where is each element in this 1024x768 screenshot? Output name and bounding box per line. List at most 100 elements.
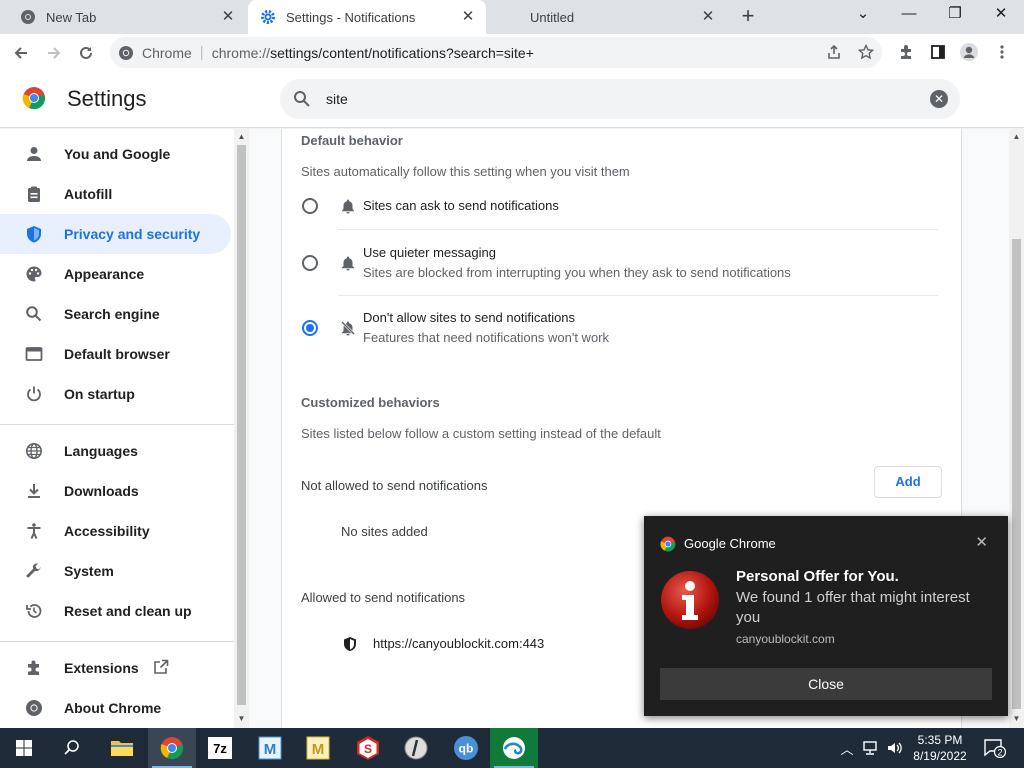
share-icon[interactable] — [823, 41, 845, 63]
settings-search-box[interactable]: ✕ — [280, 79, 960, 119]
new-tab-button[interactable]: + — [736, 5, 760, 29]
tab-untitled[interactable]: Untitled ✕ — [508, 0, 726, 34]
toast-source: canyoublockit.com — [736, 632, 835, 646]
file-explorer-icon[interactable] — [98, 728, 146, 768]
settings-search-input[interactable] — [326, 87, 886, 111]
radio-dont-allow[interactable] — [302, 320, 318, 336]
disc-app-icon[interactable] — [392, 728, 440, 768]
sidebar-item-you-and-google[interactable]: You and Google — [0, 134, 231, 174]
back-arrow-icon[interactable] — [8, 40, 34, 66]
sidebar-item-default-browser[interactable]: Default browser — [0, 334, 231, 374]
sidebar-item-about-chrome[interactable]: About Chrome — [0, 688, 231, 728]
toast-close-button[interactable]: Close — [660, 668, 992, 700]
network-icon[interactable] — [861, 738, 881, 758]
chrome-site-icon[interactable] — [118, 45, 134, 61]
sidebar-item-extensions[interactable]: Extensions — [0, 648, 231, 688]
qbittorrent-icon[interactable]: qb — [442, 728, 490, 768]
system-clock[interactable]: 5:35 PM 8/19/2022 — [910, 732, 970, 764]
scrollbar-thumb[interactable] — [1012, 239, 1021, 709]
scroll-down-arrow-icon[interactable]: ▼ — [1012, 714, 1021, 724]
default-behavior-heading: Default behavior — [301, 133, 403, 148]
close-tab-icon[interactable]: ✕ — [220, 9, 236, 25]
sidebar-item-downloads[interactable]: Downloads — [0, 471, 231, 511]
sidebar-scrollbar[interactable]: ▲ ▼ — [234, 129, 249, 728]
sidebar-item-label: You and Google — [64, 146, 171, 162]
extensions-puzzle-icon[interactable] — [895, 41, 917, 63]
sidebar-item-label: About Chrome — [64, 700, 162, 716]
side-panel-icon[interactable] — [927, 41, 949, 63]
toast-close-icon[interactable]: ✕ — [975, 533, 988, 551]
sidebar-item-autofill[interactable]: Autofill — [0, 174, 231, 214]
sidebar-item-privacy-and-security[interactable]: Privacy and security — [0, 214, 231, 254]
default-behavior-description: Sites automatically follow this setting … — [301, 164, 630, 179]
customized-behaviors-heading: Customized behaviors — [301, 395, 440, 410]
close-tab-icon[interactable]: ✕ — [460, 9, 476, 25]
browser-icon — [24, 344, 44, 364]
sidebar-item-system[interactable]: System — [0, 551, 231, 591]
notepad-m-label: M — [264, 741, 277, 758]
sidebar-item-label: Reset and clean up — [64, 603, 192, 619]
sidebar-item-search-engine[interactable]: Search engine — [0, 294, 231, 334]
tab-title: Untitled — [530, 9, 575, 25]
row-divider — [338, 229, 938, 230]
add-site-button[interactable]: Add — [874, 466, 942, 498]
edge-app-icon[interactable] — [490, 728, 538, 768]
sidebar-item-label: Extensions — [64, 660, 139, 676]
chrome-globe-icon — [20, 9, 36, 25]
action-center-icon[interactable]: 2 — [983, 738, 1007, 758]
site-label: Chrome — [142, 44, 192, 61]
main-scrollbar[interactable]: ▲ ▼ — [1009, 129, 1024, 728]
url-text: chrome://settings/content/notifications?… — [211, 44, 534, 61]
radio-quieter-messaging[interactable] — [302, 255, 318, 271]
scrollbar-thumb[interactable] — [237, 145, 246, 705]
wrench-icon — [24, 561, 44, 581]
sidebar-item-reset-and-clean-up[interactable]: Reset and clean up — [0, 591, 231, 631]
notepad-m-icon[interactable]: M — [246, 728, 294, 768]
tab-new-tab[interactable]: New Tab ✕ — [8, 0, 246, 34]
scroll-up-arrow-icon[interactable]: ▲ — [1012, 132, 1021, 142]
tab-settings-notifications[interactable]: Settings - Notifications ✕ — [248, 0, 486, 34]
restore-button[interactable]: ❐ — [932, 0, 978, 30]
forward-arrow-icon[interactable] — [41, 40, 67, 66]
close-tab-icon[interactable]: ✕ — [700, 9, 716, 25]
volume-icon[interactable] — [885, 738, 905, 758]
allowed-site-url[interactable]: https://canyoublockit.com:443 — [373, 636, 544, 651]
clear-search-icon[interactable]: ✕ — [930, 90, 948, 108]
s-app-icon[interactable]: S — [344, 728, 392, 768]
not-allowed-label: Not allowed to send notifications — [301, 478, 488, 493]
sidebar-item-label: Accessibility — [64, 523, 150, 539]
history-icon — [24, 601, 44, 621]
sidebar-item-label: Languages — [64, 443, 138, 459]
taskbar-chrome-icon[interactable] — [148, 728, 196, 768]
download-icon — [24, 481, 44, 501]
sidebar-item-on-startup[interactable]: On startup — [0, 374, 231, 414]
windows-start-icon[interactable] — [0, 728, 48, 768]
bell-icon — [340, 255, 356, 274]
more-menu-icon[interactable] — [991, 41, 1013, 63]
scroll-up-arrow-icon[interactable]: ▲ — [237, 132, 246, 142]
taskbar-search-icon[interactable] — [48, 728, 96, 768]
minimize-button[interactable]: — — [886, 0, 932, 30]
address-bar[interactable]: Chrome | chrome://settings/content/notif… — [110, 37, 882, 68]
clipboard-icon — [24, 184, 44, 204]
radio-sites-can-ask[interactable] — [302, 198, 318, 214]
scroll-down-arrow-icon[interactable]: ▼ — [237, 714, 246, 724]
bookmark-star-icon[interactable] — [855, 41, 877, 63]
sidebar-item-appearance[interactable]: Appearance — [0, 254, 231, 294]
globe-icon — [24, 441, 44, 461]
notification-toast[interactable]: Google Chrome ✕ Personal Offer for You. … — [644, 516, 1008, 716]
notes-m-icon[interactable]: M — [294, 728, 342, 768]
sidebar-item-languages[interactable]: Languages — [0, 431, 231, 471]
row-divider — [338, 295, 938, 296]
profile-avatar-icon[interactable] — [958, 41, 980, 63]
seven-zip-icon[interactable]: 7z — [196, 728, 244, 768]
tray-chevron-icon[interactable]: ︿ — [837, 738, 857, 758]
shield-icon — [24, 224, 44, 244]
clock-date: 8/19/2022 — [913, 749, 967, 763]
reload-icon[interactable] — [73, 40, 99, 66]
tab-search-chevron-icon[interactable]: ⌄ — [840, 0, 886, 30]
tab-title: New Tab — [46, 9, 97, 25]
sidebar-item-accessibility[interactable]: Accessibility — [0, 511, 231, 551]
close-window-button[interactable]: ✕ — [978, 0, 1024, 30]
sidebar-divider — [0, 424, 234, 425]
